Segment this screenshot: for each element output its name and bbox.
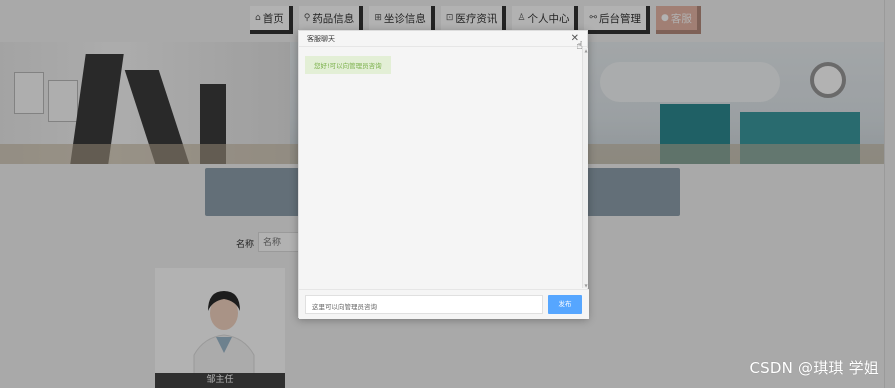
watermark: CSDN @琪琪 学姐: [749, 359, 879, 377]
chat-composer: 这里可以向管理员咨询 发布: [299, 289, 589, 319]
chat-message: 您好!可以向管理员咨询: [305, 56, 391, 74]
scroll-down-icon[interactable]: ▼: [583, 283, 589, 288]
send-button[interactable]: 发布: [548, 295, 582, 314]
chat-dialog-title: 客服聊天: [299, 31, 587, 47]
chat-input[interactable]: 这里可以向管理员咨询: [305, 295, 543, 314]
chat-scrollbar[interactable]: ▲ ▼: [582, 48, 588, 288]
chat-message-area: 您好!可以向管理员咨询: [299, 48, 589, 288]
scroll-up-icon[interactable]: ▲: [583, 48, 589, 53]
chat-dialog: 客服聊天 ✕ ☝ 您好!可以向管理员咨询 ▲ ▼ 这里可以向管理员咨询 发布: [298, 30, 589, 319]
